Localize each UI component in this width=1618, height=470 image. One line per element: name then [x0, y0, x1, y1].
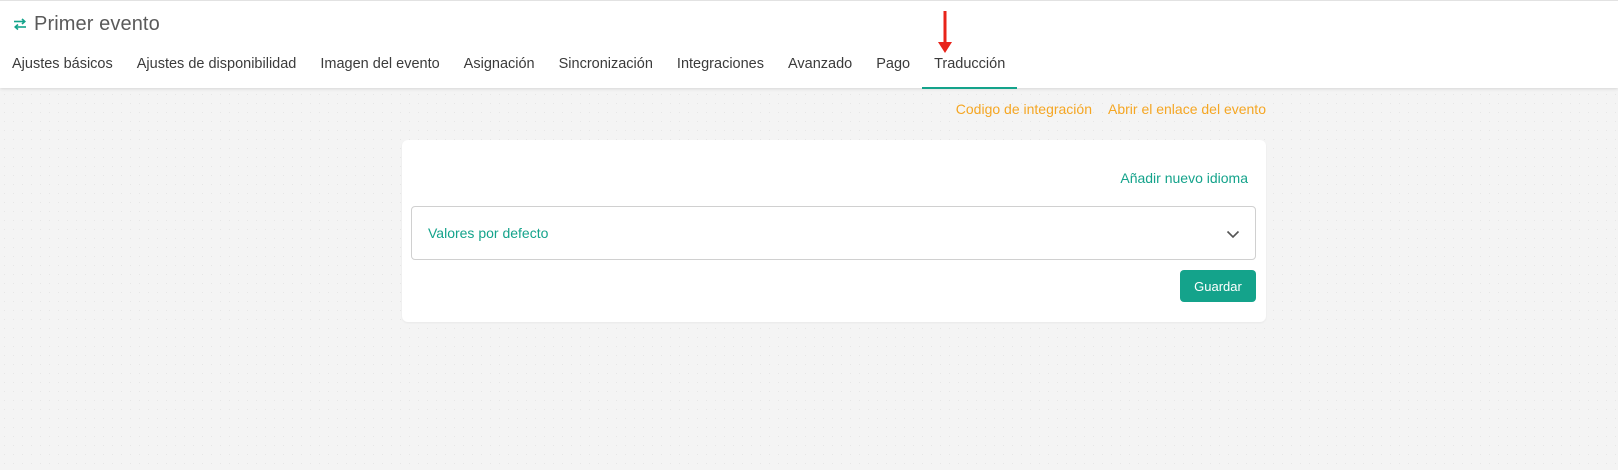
tab-ajustes-disponibilidad[interactable]: Ajustes de disponibilidad	[125, 47, 309, 89]
tab-ajustes-basicos[interactable]: Ajustes básicos	[0, 47, 125, 89]
open-event-link[interactable]: Abrir el enlace del evento	[1108, 101, 1266, 117]
translation-card: Añadir nuevo idioma Valores por defecto …	[402, 140, 1266, 322]
tab-sincronizacion[interactable]: Sincronización	[547, 47, 665, 89]
add-language-link[interactable]: Añadir nuevo idioma	[1120, 170, 1248, 186]
title-row: Primer evento	[12, 11, 160, 37]
tab-integraciones[interactable]: Integraciones	[665, 47, 776, 89]
tab-asignacion[interactable]: Asignación	[452, 47, 547, 89]
chevron-down-icon	[1225, 226, 1241, 242]
tab-bar: Ajustes básicos Ajustes de disponibilida…	[0, 47, 1018, 89]
dropdown-selected-value: Valores por defecto	[428, 225, 549, 241]
integration-code-link[interactable]: Codigo de integración	[956, 101, 1092, 117]
page-header: Primer evento Ajustes básicos Ajustes de…	[0, 0, 1618, 89]
event-links: Codigo de integración Abrir el enlace de…	[956, 101, 1266, 117]
tab-avanzado[interactable]: Avanzado	[776, 47, 864, 89]
save-button[interactable]: Guardar	[1180, 270, 1256, 302]
tab-pago[interactable]: Pago	[864, 47, 922, 89]
tab-imagen-evento[interactable]: Imagen del evento	[308, 47, 451, 89]
red-down-arrow-icon	[935, 9, 955, 55]
page-title: Primer evento	[34, 12, 160, 35]
swap-arrows-icon	[12, 16, 28, 32]
language-dropdown[interactable]: Valores por defecto	[411, 206, 1256, 260]
